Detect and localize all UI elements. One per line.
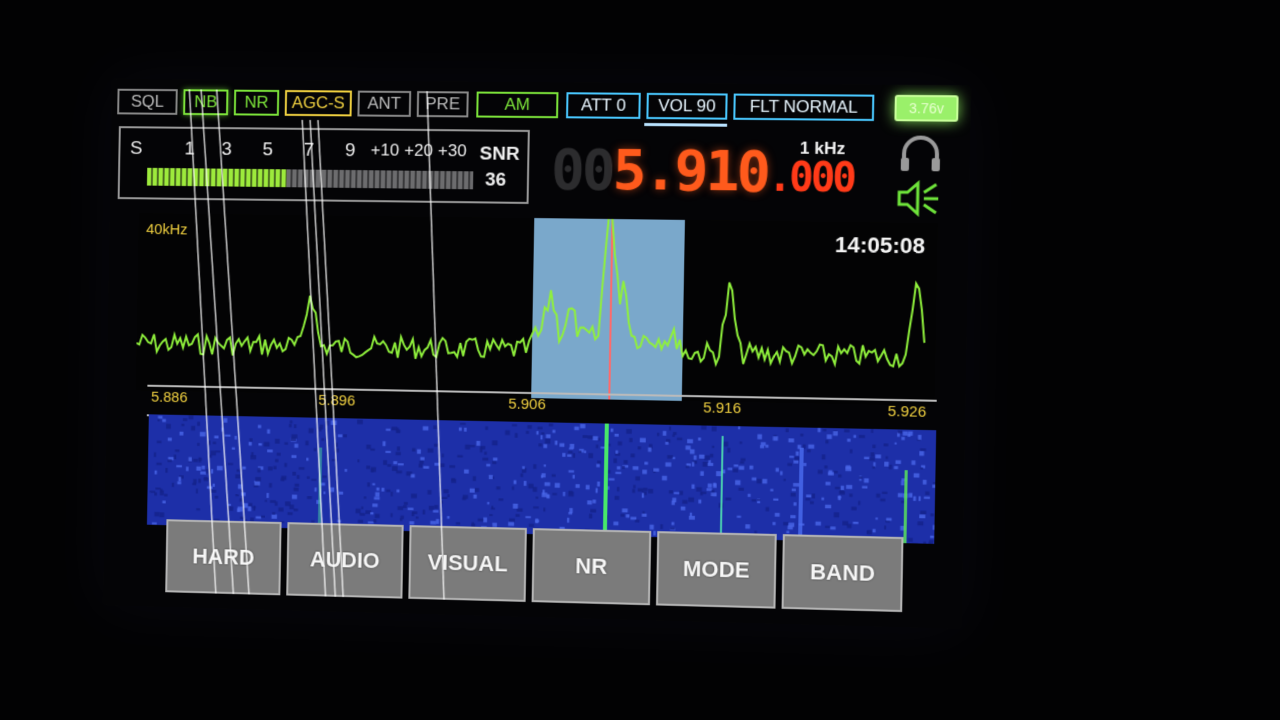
- snr-label: SNR: [479, 143, 520, 165]
- nr-button[interactable]: NR: [531, 528, 652, 606]
- s-meter-empty: [286, 169, 474, 190]
- att-indicator[interactable]: ATT 0: [566, 92, 641, 119]
- vol-selected-underline: [644, 122, 728, 127]
- spectrum-trace: [136, 213, 926, 368]
- filter-indicator[interactable]: FLT NORMAL: [733, 93, 875, 121]
- sql-toggle[interactable]: SQL: [117, 88, 178, 115]
- visual-button[interactable]: VISUAL: [408, 525, 527, 602]
- audio-button[interactable]: AUDIO: [286, 522, 404, 599]
- vol-indicator[interactable]: VOL 90: [646, 92, 728, 120]
- s-meter-tick: +30: [437, 141, 467, 161]
- frequency-khz-fraction: .000: [767, 154, 855, 202]
- scale-tick: 5.896: [318, 391, 356, 410]
- band-button[interactable]: BAND: [781, 534, 904, 613]
- s-meter-tick: +20: [404, 140, 433, 160]
- s-meter-tick: 9: [344, 140, 356, 162]
- frequency-leading-digits: 00: [550, 137, 614, 203]
- spectrum-display[interactable]: [135, 213, 938, 406]
- s-meter-bar: [146, 167, 474, 190]
- scale-tick: 5.926: [887, 402, 927, 421]
- nb-toggle[interactable]: NB: [183, 89, 229, 116]
- s-meter-label: S: [129, 138, 143, 159]
- s-meter-tick: 7: [303, 139, 315, 161]
- clock: 14:05:08: [834, 231, 926, 259]
- snr-value: 36: [484, 169, 507, 191]
- pre-toggle[interactable]: PRE: [416, 91, 469, 118]
- s-meter-tick: +10: [370, 140, 400, 160]
- s-meter: S 1 3 5 7 9 +10 +20 +30 SNR 36: [117, 126, 530, 204]
- span-label[interactable]: 40kHz: [146, 221, 188, 238]
- tuning-step[interactable]: 1 kHz: [800, 139, 846, 160]
- mode-indicator[interactable]: AM: [476, 91, 559, 119]
- scale-tick: 5.886: [150, 388, 188, 407]
- ant-toggle[interactable]: ANT: [357, 90, 412, 117]
- s-meter-tick: 1: [184, 138, 195, 160]
- hard-button[interactable]: HARD: [165, 519, 282, 596]
- mode-button[interactable]: MODE: [655, 531, 777, 609]
- frequency-mhz: 5.910: [612, 137, 769, 205]
- agc-toggle[interactable]: AGC-S: [284, 90, 352, 117]
- scale-tick: 5.916: [702, 399, 742, 418]
- headphone-icon[interactable]: [898, 133, 944, 174]
- s-meter-fill: [146, 167, 287, 188]
- s-meter-tick: 3: [221, 138, 233, 160]
- s-meter-tick: 5: [262, 139, 274, 161]
- speaker-icon[interactable]: [895, 178, 943, 219]
- radio-screen: SQL NB NR AGC-S ANT PRE AM ATT 0 VOL 90 …: [102, 78, 972, 629]
- scale-tick: 5.906: [508, 395, 546, 414]
- battery-indicator: 3.76v: [894, 94, 959, 122]
- nr-toggle[interactable]: NR: [233, 89, 280, 116]
